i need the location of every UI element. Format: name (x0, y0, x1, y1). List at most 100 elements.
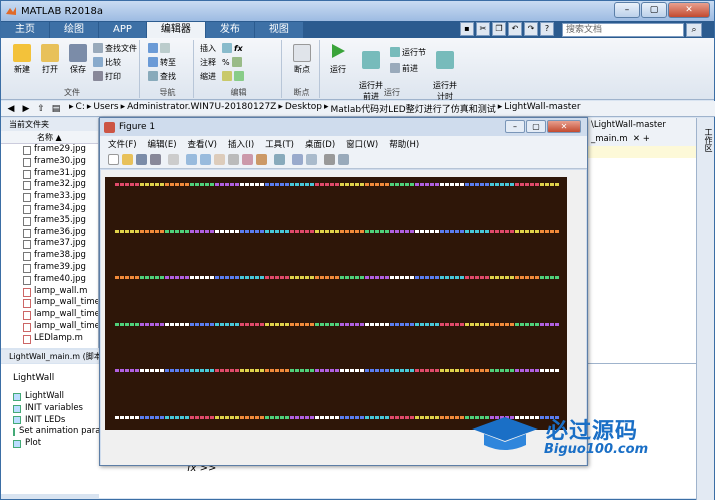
find-files-button[interactable]: 查找文件 (93, 42, 137, 54)
search-input[interactable]: 搜索文档 (562, 23, 684, 37)
legend-icon[interactable] (306, 154, 317, 165)
back-icon[interactable]: ◀ (5, 103, 17, 115)
cut-icon[interactable]: ✂ (476, 22, 490, 36)
editor-tab-path[interactable]: \LightWall-master (587, 118, 697, 132)
menu-window[interactable]: 窗口(W) (346, 138, 378, 150)
list-item[interactable]: frame34.jpg (1, 203, 98, 215)
hide-tools-icon[interactable] (324, 154, 335, 165)
breakpoint-button[interactable]: 断点 (289, 44, 315, 75)
list-item[interactable]: frame31.jpg (1, 168, 98, 180)
save-button[interactable]: 保存 (65, 44, 91, 75)
tab-view[interactable]: 视图 (254, 22, 303, 38)
menu-desktop[interactable]: 桌面(D) (305, 138, 335, 150)
help-icon[interactable]: ? (540, 22, 554, 36)
tab-editor[interactable]: 编辑器 (146, 22, 205, 38)
list-item[interactable]: frame29.jpg (1, 144, 98, 156)
breadcrumb-item[interactable]: Desktop (285, 102, 322, 115)
editor-tab[interactable]: _main.m ✕ + (587, 132, 697, 146)
menu-tools[interactable]: 工具(T) (265, 138, 294, 150)
list-item[interactable]: lamp_wall_time_e (1, 321, 98, 333)
editor-highlight-line[interactable] (587, 146, 697, 158)
tab-home[interactable]: 主页 (1, 22, 49, 38)
brush-icon[interactable] (256, 154, 267, 165)
minimize-button[interactable]: – (614, 2, 640, 18)
tab-plots[interactable]: 绘图 (50, 22, 98, 38)
list-item[interactable]: frame36.jpg (1, 227, 98, 239)
rotate-icon[interactable] (228, 154, 239, 165)
up-folder-icon[interactable]: ⇧ (35, 103, 47, 115)
figure-minimize-button[interactable]: – (505, 120, 525, 133)
find-button[interactable]: 查找 (148, 70, 176, 82)
breadcrumb-item[interactable]: C: (76, 102, 85, 115)
list-item[interactable]: lamp_wall_time.m (1, 297, 98, 309)
menu-view[interactable]: 查看(V) (188, 138, 217, 150)
menu-help[interactable]: 帮助(H) (389, 138, 419, 150)
new-button[interactable]: 新建 (9, 44, 35, 75)
breadcrumb-item[interactable]: LightWall-master (504, 102, 580, 115)
pointer-icon[interactable] (168, 154, 179, 165)
outline-item[interactable]: INIT LEDs (1, 415, 99, 427)
outline-item[interactable]: Plot (1, 438, 99, 450)
save-icon[interactable]: ▪ (460, 22, 474, 36)
advance-button[interactable]: 前进 (390, 62, 418, 74)
save-icon[interactable] (136, 154, 147, 165)
open-button[interactable]: 打开 (37, 44, 63, 75)
indent-button[interactable]: 缩进 (200, 70, 244, 82)
list-item[interactable]: frame30.jpg (1, 156, 98, 168)
zoom-out-icon[interactable] (200, 154, 211, 165)
show-tools-icon[interactable] (338, 154, 349, 165)
list-item[interactable]: frame37.jpg (1, 238, 98, 250)
colorbar-icon[interactable] (292, 154, 303, 165)
breadcrumb-item[interactable]: Users (93, 102, 118, 115)
list-item[interactable]: lamp_wall.m (1, 286, 98, 298)
list-item[interactable]: frame40.jpg (1, 274, 98, 286)
list-item[interactable]: frame35.jpg (1, 215, 98, 227)
open-icon[interactable] (122, 154, 133, 165)
insert-button[interactable]: 插入 fx (200, 42, 243, 54)
compare-button[interactable]: 比较 (93, 56, 121, 68)
data-cursor-icon[interactable] (242, 154, 253, 165)
maximize-button[interactable]: ▢ (641, 2, 667, 18)
search-icon[interactable]: ⌕ (686, 23, 702, 37)
goto-button[interactable]: 转至 (148, 56, 176, 68)
outline-item[interactable]: INIT variables (1, 403, 99, 415)
breadcrumb-item[interactable]: Matlab代码对LED整灯进行了仿真和测试 (331, 102, 496, 115)
browse-folder-icon[interactable]: ▤ (50, 103, 62, 115)
link-icon[interactable] (274, 154, 285, 165)
list-item[interactable]: frame32.jpg (1, 179, 98, 191)
tab-apps[interactable]: APP (99, 22, 146, 38)
new-figure-icon[interactable] (108, 154, 119, 165)
breadcrumb-item[interactable]: Administrator.WIN7U-20180127Z (127, 102, 276, 115)
pan-icon[interactable] (214, 154, 225, 165)
list-item[interactable]: frame38.jpg (1, 250, 98, 262)
undo-icon[interactable]: ↶ (508, 22, 522, 36)
comment-button[interactable]: 注释% (200, 56, 242, 68)
led-plot-area[interactable] (105, 177, 567, 430)
add-tab-button[interactable]: + (643, 134, 650, 144)
print-button[interactable]: 打印 (93, 70, 121, 82)
figure-maximize-button[interactable]: ▢ (526, 120, 546, 133)
run-section-button[interactable]: 运行节 (390, 46, 426, 58)
outline-item[interactable]: LightWall (1, 391, 99, 403)
close-button[interactable]: ✕ (668, 2, 710, 18)
zoom-in-icon[interactable] (186, 154, 197, 165)
outline-item[interactable]: Set animation para (1, 426, 100, 438)
back-nav-button[interactable] (148, 42, 170, 54)
list-item[interactable]: lamp_wall_time_a (1, 309, 98, 321)
workspace-sidebar[interactable]: 工作区 (696, 118, 714, 500)
name-column-header[interactable]: 名称 ▲ (1, 131, 98, 144)
menu-file[interactable]: 文件(F) (108, 138, 137, 150)
figure-close-button[interactable]: ✕ (547, 120, 581, 133)
menu-insert[interactable]: 插入(I) (228, 138, 254, 150)
list-item[interactable]: frame39.jpg (1, 262, 98, 274)
menu-edit[interactable]: 编辑(E) (148, 138, 177, 150)
list-item[interactable]: LEDlamp.m (1, 333, 98, 345)
run-button[interactable]: 运行 (325, 42, 351, 75)
print-icon[interactable] (150, 154, 161, 165)
list-item[interactable]: frame33.jpg (1, 191, 98, 203)
forward-icon[interactable]: ▶ (20, 103, 32, 115)
redo-icon[interactable]: ↷ (524, 22, 538, 36)
copy-icon[interactable]: ❐ (492, 22, 506, 36)
close-icon[interactable]: ✕ (633, 134, 640, 144)
tab-publish[interactable]: 发布 (205, 22, 254, 38)
